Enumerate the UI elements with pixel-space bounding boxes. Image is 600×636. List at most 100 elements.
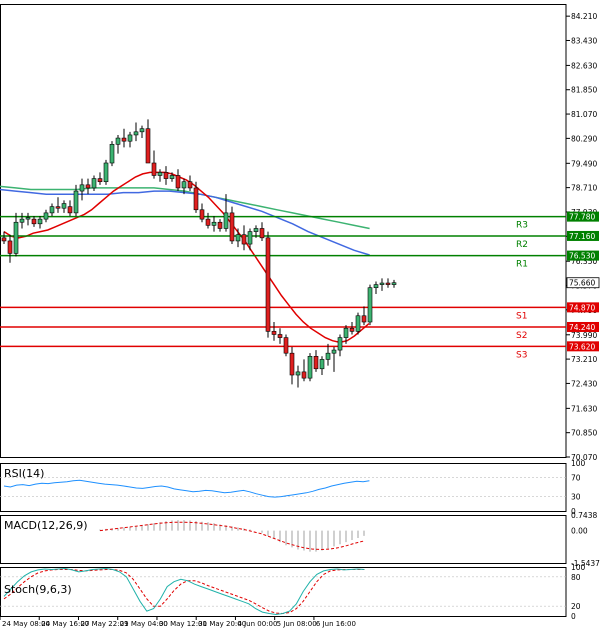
- price-y-tick-label: 82.630: [571, 61, 597, 70]
- candle-body: [157, 172, 163, 176]
- candle-body: [211, 221, 217, 226]
- candle-body: [193, 187, 199, 211]
- level-name-r3: R3: [516, 221, 528, 231]
- candle-body: [235, 234, 241, 242]
- rsi-line: [3, 479, 370, 498]
- stoch-y-tick-label: 100: [571, 563, 586, 572]
- stoch-y-tick-label: 20: [571, 602, 581, 611]
- candle-body: [91, 178, 97, 189]
- candle-body: [253, 228, 259, 232]
- stoch-y-tick-label: 0: [571, 612, 576, 621]
- time-tick-label: 5 Jun 08:00: [277, 620, 317, 628]
- candle-body: [205, 218, 211, 226]
- macd-y-tick-label: 0.7438: [571, 511, 597, 520]
- pane-frame-rsi: [0, 463, 567, 512]
- candle-body: [229, 212, 235, 242]
- candle-body: [325, 352, 331, 360]
- candle-body: [133, 131, 139, 136]
- price-y-tick-label: 81.850: [571, 86, 597, 95]
- candle-body: [391, 282, 397, 285]
- candle-body: [283, 337, 289, 354]
- candle-body: [217, 221, 223, 229]
- price-y-tick-label: 71.630: [571, 404, 597, 413]
- candle-body: [61, 203, 67, 209]
- candle-body: [169, 175, 175, 179]
- level-tag-label-s2: 74.240: [569, 323, 595, 332]
- candle-body: [85, 184, 91, 189]
- candle-body: [247, 231, 253, 245]
- candle-body: [19, 218, 25, 223]
- candle-body: [319, 359, 325, 370]
- time-tick-label: 6 Jun 16:00: [316, 620, 356, 628]
- candle-body: [289, 352, 295, 376]
- candle-body: [43, 212, 49, 220]
- candle-body: [271, 331, 277, 335]
- candle-body: [55, 206, 61, 209]
- candle-body: [1, 237, 7, 242]
- rsi-y-tick-label: 100: [571, 459, 586, 468]
- candle-body: [145, 128, 151, 164]
- level-tag-label-r1: 76.530: [569, 252, 595, 261]
- candle-body: [265, 237, 271, 332]
- candle-body: [259, 228, 265, 239]
- ma-blue-line: [0, 188, 370, 256]
- ma-red-line: [3, 171, 370, 344]
- level-tag-label-r3: 77.780: [569, 213, 595, 222]
- candle-body: [349, 327, 355, 332]
- level-name-s1: S1: [516, 311, 527, 321]
- candle-body: [139, 128, 145, 133]
- pane-frame-price: [0, 4, 567, 458]
- candle-body: [223, 212, 229, 229]
- price-y-tick-label: 72.430: [571, 379, 597, 388]
- candle-body: [163, 172, 169, 179]
- candle-body: [199, 209, 205, 220]
- candle-body: [37, 218, 43, 225]
- price-y-tick-label: 83.430: [571, 36, 597, 45]
- price-y-tick-label: 73.210: [571, 355, 597, 364]
- macd-title: MACD(12,26,9): [4, 519, 88, 532]
- level-tag-label-r2: 77.160: [569, 232, 595, 241]
- price-y-tick-label: 84.210: [571, 12, 597, 21]
- level-name-r1: R1: [516, 260, 528, 270]
- candle-body: [67, 206, 73, 214]
- candle-body: [373, 284, 379, 289]
- candle-body: [103, 162, 109, 183]
- candle-body: [241, 234, 247, 245]
- candle-body: [181, 181, 187, 189]
- pane-frame-stoch: [0, 567, 567, 617]
- stoch-title: Stoch(9,6,3): [4, 583, 72, 596]
- candle-body: [79, 184, 85, 192]
- candle-body: [355, 315, 361, 332]
- price-pane: 84.210 83.430 82.630 81.850 81.070 80.290 79.4…: [0, 12, 600, 462]
- price-y-tick-label: 81.070: [571, 110, 597, 119]
- chart-root: 84.210 83.430 82.630 81.850 81.070 80.290 79.4…: [0, 0, 600, 632]
- candle-body: [97, 178, 103, 183]
- candle-body: [379, 282, 385, 285]
- candle-body: [73, 190, 79, 214]
- rsi-y-tick-label: 30: [571, 493, 581, 502]
- candle-body: [331, 349, 337, 354]
- price-y-tick-label: 79.490: [571, 159, 597, 168]
- macd-signal-line: [99, 521, 364, 551]
- candle-body: [343, 327, 349, 338]
- candle-body: [337, 337, 343, 351]
- macd-y-tick-label: 0.00: [571, 527, 588, 536]
- macd-pane: 0.74380.00-1.5437MACD(12,26,9): [4, 511, 600, 568]
- level-tag-label-s3: 73.620: [569, 342, 595, 351]
- candle-body: [13, 221, 19, 254]
- candle-body: [115, 137, 121, 145]
- candle-body: [301, 371, 307, 379]
- candle-body: [367, 287, 373, 323]
- candle-body: [277, 334, 283, 338]
- price-y-tick-label: 78.710: [571, 184, 597, 193]
- stoch-y-tick-label: 80: [571, 573, 581, 582]
- time-tick-label: 4 Jun 00:00: [237, 620, 277, 628]
- level-name-s3: S3: [516, 350, 527, 360]
- candle-body: [25, 217, 31, 220]
- candle-body: [49, 206, 55, 214]
- candle-body: [187, 181, 193, 189]
- rsi-title: RSI(14): [4, 467, 44, 480]
- price-y-tick-label: 80.290: [571, 134, 597, 143]
- candle-body: [7, 240, 13, 254]
- candle-body: [121, 137, 127, 142]
